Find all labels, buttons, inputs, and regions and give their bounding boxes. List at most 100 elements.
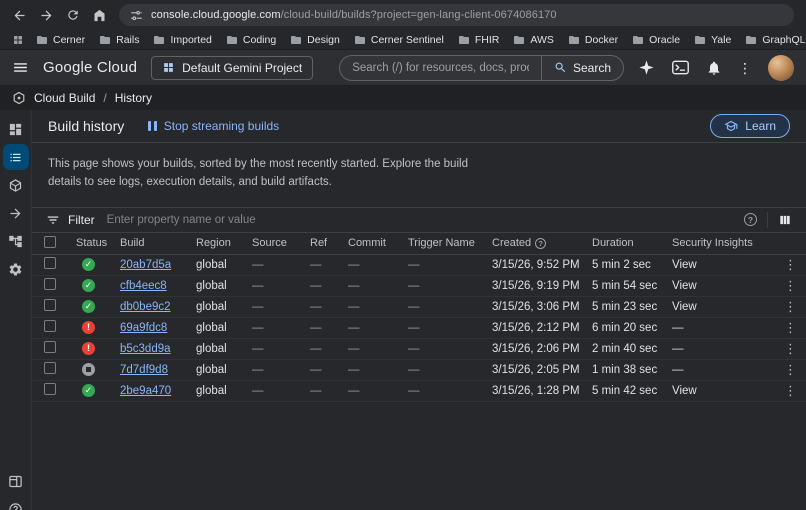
build-link[interactable]: 20ab7d5a xyxy=(120,259,171,271)
bookmark-folder[interactable]: Cerner xyxy=(30,32,91,48)
nav-triggers-icon[interactable] xyxy=(3,172,29,198)
bookmark-label: Cerner Sentinel xyxy=(370,33,444,46)
url-path: /cloud-build/builds?project=gen-lang-cli… xyxy=(280,9,557,21)
row-menu-button[interactable]: ⋮ xyxy=(782,258,799,271)
row-menu-button[interactable]: ⋮ xyxy=(782,384,799,397)
gemini-sparkle-icon[interactable] xyxy=(638,59,655,76)
status-icon xyxy=(82,279,95,293)
menu-icon[interactable] xyxy=(12,59,29,76)
security-insights-cell[interactable]: — xyxy=(672,343,782,355)
row-menu-button[interactable]: ⋮ xyxy=(782,363,799,376)
bookmark-folder[interactable]: Imported xyxy=(147,32,217,48)
nav-history-icon[interactable] xyxy=(2,144,29,170)
support-icon[interactable] xyxy=(3,496,29,510)
bookmark-folder[interactable]: Cerner Sentinel xyxy=(348,32,450,48)
build-link[interactable]: 7d7df9d8 xyxy=(120,364,168,376)
source-cell: — xyxy=(252,279,264,292)
nav-dashboard-icon[interactable] xyxy=(3,116,29,142)
build-link[interactable]: cfb4eec8 xyxy=(120,280,167,292)
folder-icon xyxy=(695,35,706,44)
commit-cell: — xyxy=(348,321,360,334)
row-checkbox[interactable] xyxy=(44,362,56,375)
row-menu-button[interactable]: ⋮ xyxy=(782,300,799,313)
reload-icon[interactable] xyxy=(66,8,80,22)
security-insights-cell[interactable]: View xyxy=(672,385,782,397)
google-cloud-logo[interactable]: Google Cloud xyxy=(43,59,137,76)
notifications-bell-icon[interactable] xyxy=(706,60,722,76)
bookmark-folder[interactable]: AWS xyxy=(507,32,560,48)
bookmark-folder[interactable]: Rails xyxy=(93,32,145,48)
security-insights-cell[interactable]: View xyxy=(672,280,782,292)
bookmark-folder[interactable]: Docker xyxy=(562,32,624,48)
row-menu-button[interactable]: ⋮ xyxy=(782,279,799,292)
stop-streaming-label: Stop streaming builds xyxy=(163,119,280,133)
nav-settings-icon[interactable] xyxy=(3,256,29,282)
avatar[interactable] xyxy=(768,54,794,81)
search-input[interactable] xyxy=(340,55,541,80)
table-row: cfb4eec8 global — — — — 3/15/26, 9:19 PM… xyxy=(32,276,806,297)
address-bar[interactable]: console.cloud.google.com/cloud-build/bui… xyxy=(119,4,794,26)
bookmark-folder[interactable]: GraphQL xyxy=(739,32,806,48)
row-menu-button[interactable]: ⋮ xyxy=(782,321,799,334)
duration-cell: 1 min 38 sec xyxy=(592,363,658,376)
folder-icon xyxy=(458,35,469,44)
row-checkbox[interactable] xyxy=(44,257,56,270)
forward-icon[interactable] xyxy=(39,8,54,23)
commit-cell: — xyxy=(348,279,360,292)
duration-cell: 6 min 20 sec xyxy=(592,321,658,334)
build-link[interactable]: 69a9fdc8 xyxy=(120,322,167,334)
select-all-checkbox[interactable] xyxy=(44,235,56,248)
bookmark-label: Imported xyxy=(170,33,212,46)
region-cell: global xyxy=(196,384,227,397)
bookmark-label: GraphQL xyxy=(762,33,806,46)
bookmark-label: Coding xyxy=(242,33,277,46)
browser-toolbar: console.cloud.google.com/cloud-build/bui… xyxy=(0,0,806,30)
breadcrumb-product[interactable]: Cloud Build xyxy=(34,91,95,105)
filter-help-icon[interactable]: ? xyxy=(744,213,757,227)
cloud-shell-icon[interactable] xyxy=(671,59,690,76)
bookmark-folder[interactable]: Coding xyxy=(220,32,282,48)
security-insights-cell[interactable]: — xyxy=(672,364,782,376)
build-link[interactable]: 2be9a470 xyxy=(120,385,171,397)
filter-input-area[interactable]: Filter Enter property name or value xyxy=(46,213,734,227)
bookmark-folder[interactable]: Yale xyxy=(688,32,737,48)
site-settings-icon[interactable] xyxy=(130,9,143,22)
table-row: 20ab7d5a global — — — — 3/15/26, 9:52 PM… xyxy=(32,255,806,276)
nav-connections-icon[interactable] xyxy=(3,200,29,226)
row-checkbox[interactable] xyxy=(44,320,56,333)
security-insights-cell[interactable]: View xyxy=(672,259,782,271)
rail-bottom-group xyxy=(3,468,29,510)
learn-button[interactable]: Learn xyxy=(710,114,790,138)
build-link[interactable]: b5c3dd9a xyxy=(120,343,171,355)
ref-cell: — xyxy=(310,384,322,397)
nav-worker-pools-icon[interactable] xyxy=(3,228,29,254)
project-picker-button[interactable]: Default Gemini Project xyxy=(151,55,314,80)
bookmark-folder[interactable]: Design xyxy=(284,32,346,48)
security-insights-cell[interactable]: View xyxy=(672,301,782,313)
url-domain: console.cloud.google.com xyxy=(151,9,281,21)
created-help-icon[interactable]: ? xyxy=(535,237,547,249)
ref-cell: — xyxy=(310,342,322,355)
source-cell: — xyxy=(252,321,264,334)
security-insights-cell[interactable]: — xyxy=(672,322,782,334)
search-button[interactable]: Search xyxy=(540,55,623,80)
release-notes-icon[interactable] xyxy=(3,468,29,494)
row-checkbox[interactable] xyxy=(44,341,56,354)
table-row: db0be9c2 global — — — — 3/15/26, 3:06 PM… xyxy=(32,297,806,318)
back-icon[interactable] xyxy=(12,8,27,23)
column-commit: Commit xyxy=(348,237,386,250)
duration-cell: 2 min 40 sec xyxy=(592,342,658,355)
home-icon[interactable] xyxy=(92,8,107,23)
header-more-icon[interactable]: ⋮ xyxy=(738,61,752,75)
row-checkbox[interactable] xyxy=(44,278,56,291)
created-cell: 3/15/26, 2:05 PM xyxy=(492,363,580,376)
apps-grid-icon[interactable] xyxy=(8,34,28,46)
bookmark-folder[interactable]: FHIR xyxy=(452,32,506,48)
row-checkbox[interactable] xyxy=(44,299,56,312)
column-options-icon[interactable] xyxy=(778,213,792,227)
bookmark-folder[interactable]: Oracle xyxy=(626,32,686,48)
stop-streaming-button[interactable]: Stop streaming builds xyxy=(148,119,279,133)
row-menu-button[interactable]: ⋮ xyxy=(782,342,799,355)
row-checkbox[interactable] xyxy=(44,383,56,396)
build-link[interactable]: db0be9c2 xyxy=(120,301,171,313)
